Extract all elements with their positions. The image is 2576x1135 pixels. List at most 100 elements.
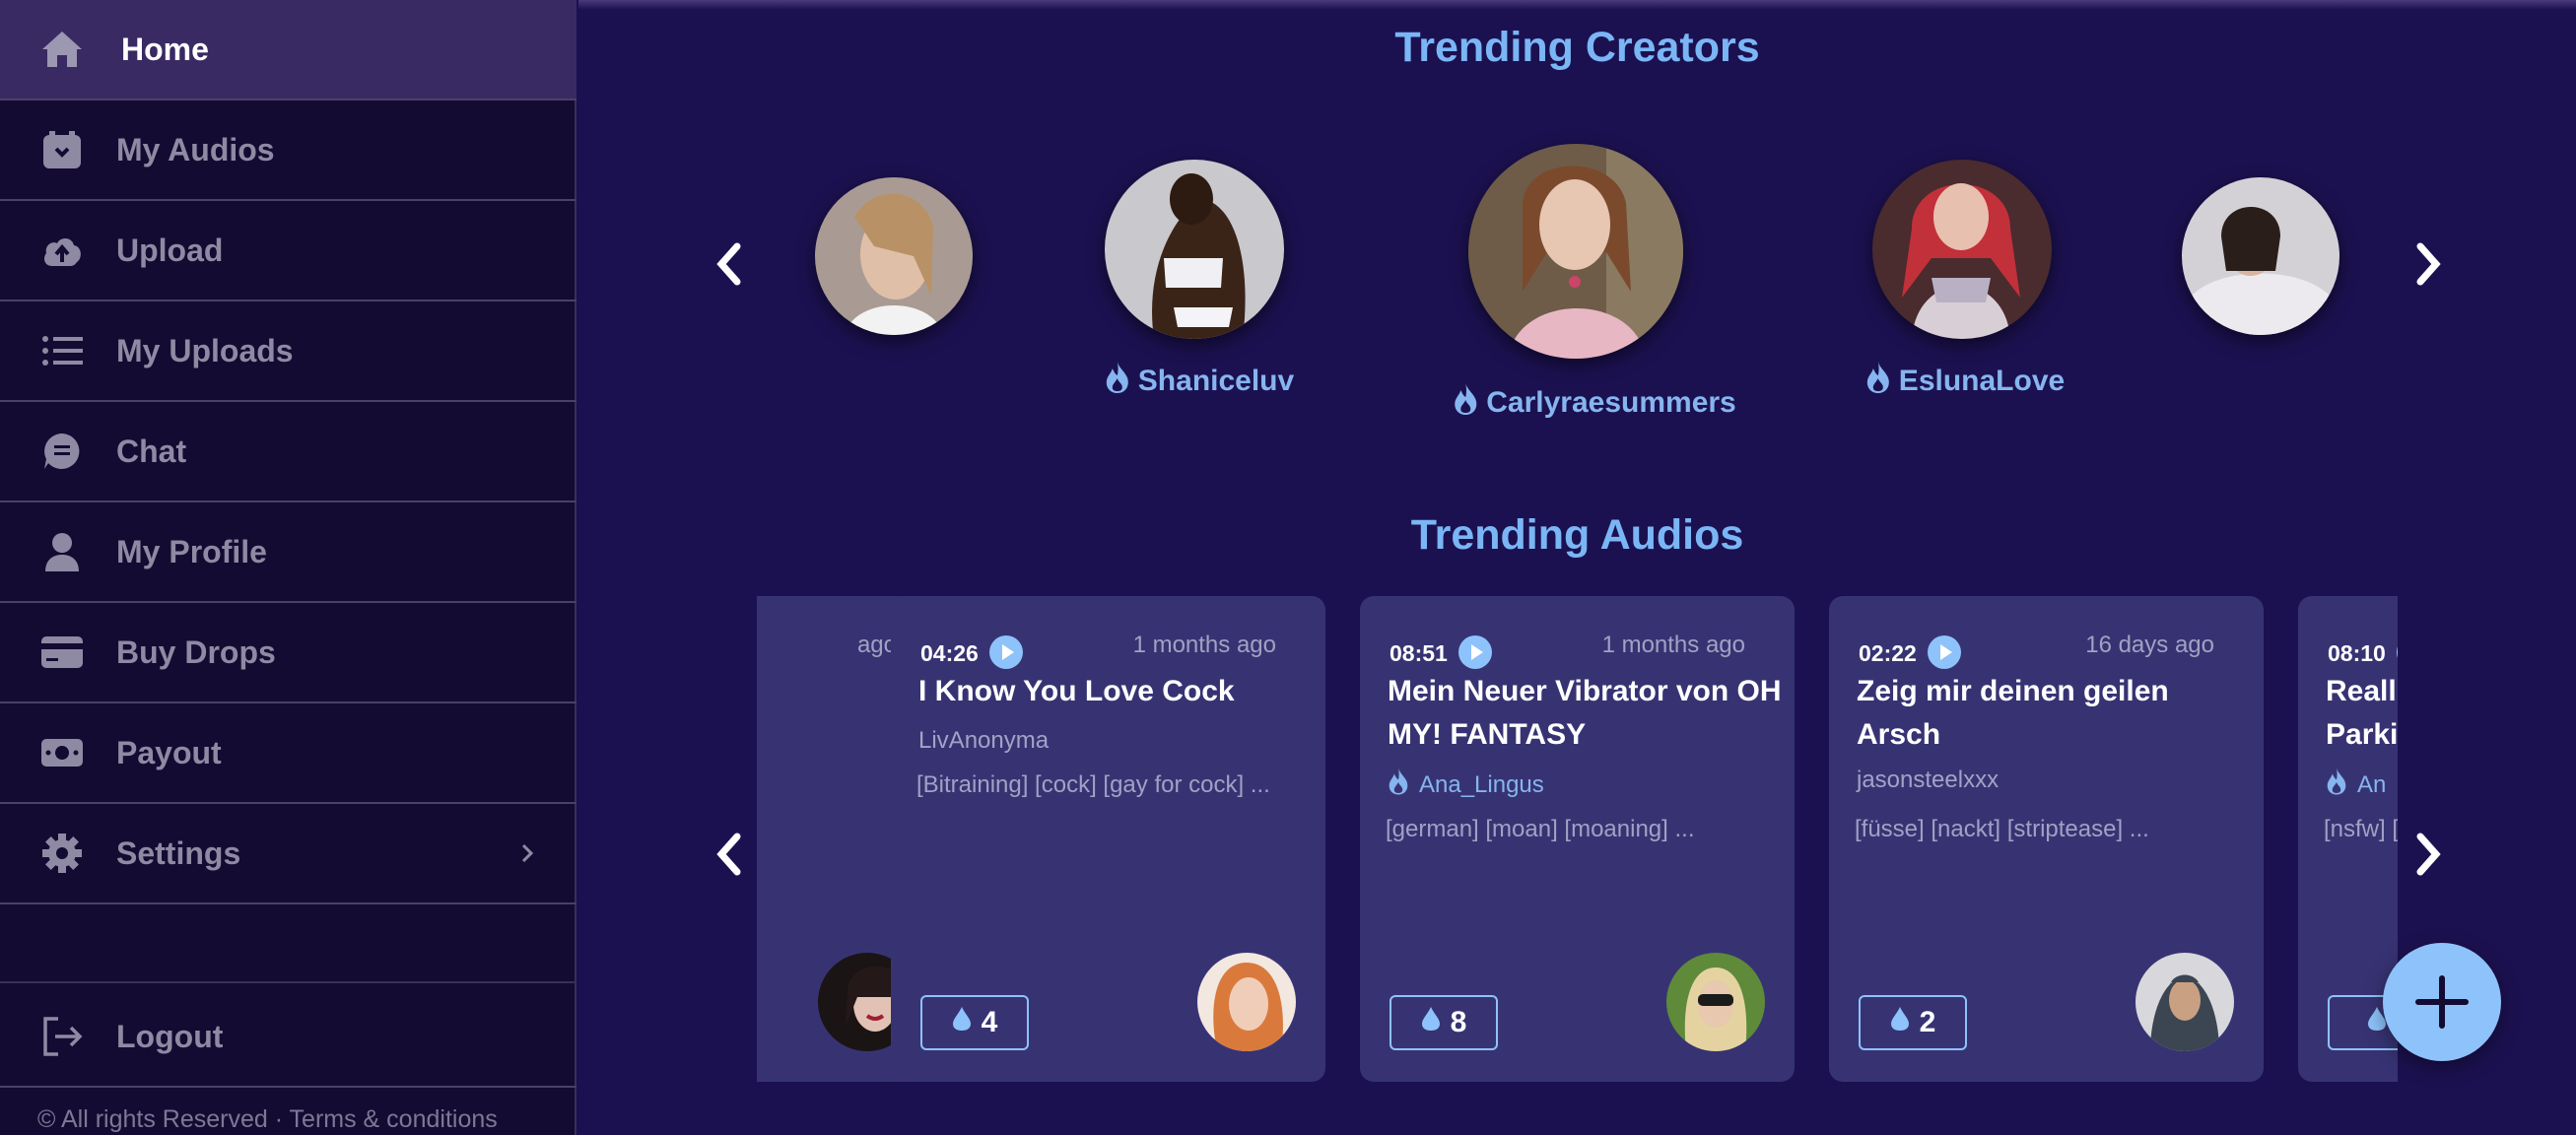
- audio-author[interactable]: An: [2326, 767, 2386, 803]
- audio-title[interactable]: Mein Neuer Vibrator von OH MY! FANTASY: [1388, 670, 1782, 757]
- list-icon: [39, 328, 85, 373]
- play-icon[interactable]: [1928, 635, 1961, 669]
- creator-avatar[interactable]: [1666, 953, 1765, 1051]
- fire-icon: [1388, 767, 1409, 803]
- audio-author[interactable]: Ana_Lingus: [1388, 767, 1544, 803]
- audio-author-label: jasonsteelxxx: [1857, 767, 2000, 793]
- cloud-upload-icon: [39, 228, 85, 273]
- creator-avatar[interactable]: [2135, 953, 2234, 1051]
- drops-badge[interactable]: 2: [1859, 995, 1967, 1050]
- audio-card[interactable]: 02:22 16 days ago Zeig mir deinen geilen…: [1829, 596, 2264, 1082]
- drops-count: 8: [1450, 1006, 1467, 1038]
- audio-tags: [nsfw] [: [2324, 816, 2398, 842]
- chevron-right-icon: [515, 841, 539, 865]
- logout-label: Logout: [116, 1018, 224, 1054]
- sidebar-item-settings[interactable]: Settings: [0, 804, 576, 904]
- drop-icon: [1890, 1006, 1910, 1039]
- audio-author[interactable]: LivAnonyma: [918, 727, 1049, 755]
- creator-avatar[interactable]: [1872, 160, 2052, 339]
- creator-avatar[interactable]: [815, 177, 973, 335]
- trending-audios-title: Trending Audios: [1410, 511, 1744, 559]
- audio-title[interactable]: Realli Parkin: [2326, 670, 2398, 757]
- person-icon: [39, 529, 85, 574]
- audio-author-label: LivAnonyma: [918, 727, 1050, 754]
- fire-icon: [1453, 382, 1478, 424]
- play-icon[interactable]: [1458, 635, 1492, 669]
- fire-icon: [1865, 361, 1891, 402]
- chat-icon: [39, 429, 85, 474]
- creator-name-label: Shaniceluv: [1137, 365, 1295, 397]
- audios-prev-button[interactable]: [710, 831, 749, 878]
- audio-title[interactable]: I Know You Love Cock: [918, 670, 1313, 713]
- copyright-text[interactable]: © All rights Reserved · Terms & conditio…: [37, 1105, 498, 1134]
- audio-duration: 08:51: [1390, 640, 1448, 666]
- creator-name-label: EslunaLove: [1898, 365, 2066, 397]
- creator-name[interactable]: EslunaLove: [1865, 361, 2065, 402]
- sidebar-item-label: My Audios: [116, 131, 275, 167]
- sidebar: Home My Audios Upload My Uploads Chat My…: [0, 0, 576, 1135]
- creator-avatar[interactable]: [1105, 160, 1284, 339]
- creator-name[interactable]: Shaniceluv: [1105, 361, 1294, 402]
- sidebar-item-label: Payout: [116, 734, 222, 770]
- audio-carousel: ago 04:26 1 months ago I Know You Love C…: [757, 596, 2398, 1084]
- drops-badge[interactable]: 4: [920, 995, 1029, 1050]
- home-icon: [39, 27, 85, 72]
- audio-box-icon: [39, 127, 85, 172]
- sidebar-item-upload[interactable]: Upload: [0, 201, 576, 301]
- audio-posted-ago: 16 days ago: [2085, 632, 2214, 658]
- creator-name[interactable]: Carlyraesummers: [1453, 382, 1736, 424]
- sidebar-item-label: Buy Drops: [116, 634, 276, 670]
- sidebar-item-label: Chat: [116, 433, 187, 469]
- audio-card[interactable]: 08:51 1 months ago Mein Neuer Vibrator v…: [1360, 596, 1795, 1082]
- audio-author[interactable]: jasonsteelxxx: [1857, 767, 1999, 794]
- audio-title[interactable]: Zeig mir deinen geilen Arsch: [1857, 670, 2251, 757]
- audio-duration: 02:22: [1859, 640, 1917, 666]
- plus-icon: [2414, 974, 2470, 1030]
- audio-tags: [Bitraining] [cock] [gay for cock] ...: [916, 771, 1270, 798]
- fire-icon: [2326, 767, 2347, 803]
- logout-button[interactable]: Logout: [0, 987, 576, 1088]
- play-icon[interactable]: [2397, 635, 2398, 669]
- audio-duration: 04:26: [920, 640, 979, 666]
- trending-creators-title: Trending Creators: [1394, 24, 1760, 71]
- sidebar-item-label: Settings: [116, 835, 241, 871]
- drops-count: 4: [981, 1006, 998, 1038]
- add-button[interactable]: [2383, 943, 2501, 1061]
- sidebar-item-my-audios[interactable]: My Audios: [0, 100, 576, 201]
- sidebar-item-label: Home: [121, 31, 209, 67]
- audio-author-label: An: [2357, 770, 2387, 798]
- money-icon: [39, 730, 85, 775]
- sidebar-item-my-uploads[interactable]: My Uploads: [0, 301, 576, 402]
- audio-tags: [german] [moan] [moaning] ...: [1386, 816, 1695, 842]
- audio-card[interactable]: 04:26 1 months ago I Know You Love Cock …: [891, 596, 1325, 1082]
- audio-tags: [füsse] [nackt] [striptease] ...: [1855, 816, 2149, 842]
- sidebar-item-buy-drops[interactable]: Buy Drops: [0, 603, 576, 703]
- sidebar-item-my-profile[interactable]: My Profile: [0, 502, 576, 603]
- audio-author-label: Ana_Lingus: [1419, 770, 1544, 798]
- audio-posted-ago: 1 months ago: [1601, 632, 1745, 658]
- sidebar-item-label: Upload: [116, 232, 224, 268]
- sidebar-item-chat[interactable]: Chat: [0, 402, 576, 502]
- creators-next-button[interactable]: [2408, 240, 2448, 288]
- drop-icon: [952, 1006, 972, 1039]
- sidebar-item-home[interactable]: Home: [0, 0, 576, 100]
- creator-avatar[interactable]: [1197, 953, 1296, 1051]
- sidebar-item-payout[interactable]: Payout: [0, 703, 576, 804]
- drop-icon: [1421, 1006, 1441, 1039]
- logout-icon: [39, 1014, 85, 1059]
- fire-icon: [1105, 361, 1130, 402]
- creator-avatar[interactable]: [2182, 177, 2339, 335]
- creator-avatar[interactable]: [1468, 144, 1683, 359]
- sidebar-divider: [0, 981, 576, 983]
- audio-posted-ago: 1 months ago: [1132, 632, 1276, 658]
- drops-badge[interactable]: 8: [1390, 995, 1498, 1050]
- audio-duration: 08:10: [2328, 640, 2386, 666]
- gear-icon: [39, 831, 85, 876]
- play-icon[interactable]: [989, 635, 1023, 669]
- audios-next-button[interactable]: [2408, 831, 2448, 878]
- creator-name-label: Carlyraesummers: [1486, 386, 1736, 419]
- sidebar-item-label: My Profile: [116, 533, 267, 569]
- creators-prev-button[interactable]: [710, 240, 749, 288]
- credit-card-icon: [39, 630, 85, 675]
- main-content: Trending Creators Shaniceluv Carlyraesum…: [578, 0, 2576, 1135]
